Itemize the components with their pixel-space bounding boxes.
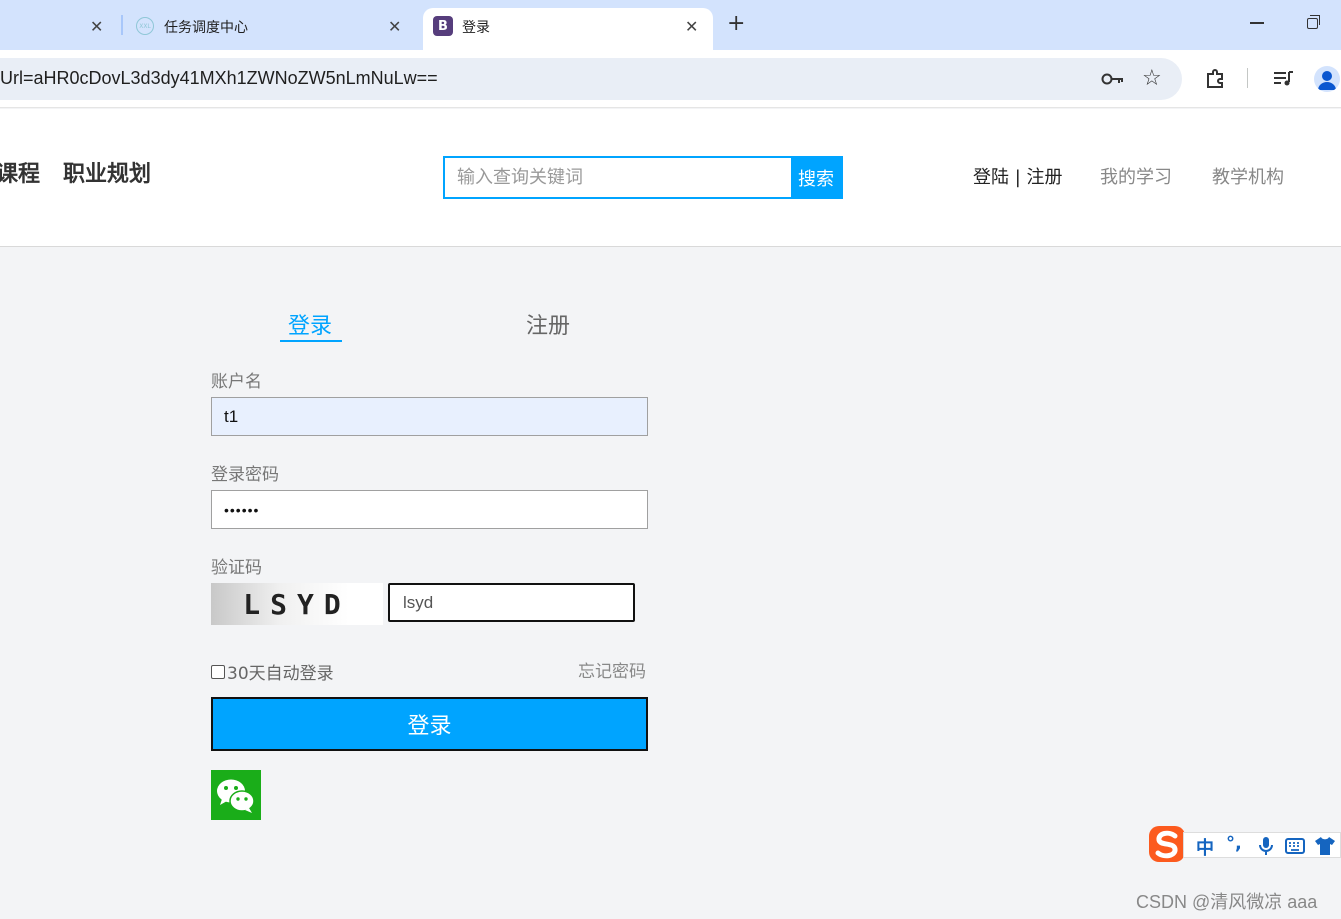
- browser-toolbar: Url=aHR0cDovL3d3dy41MXh1ZWNoZW5nLmNuLw==: [0, 50, 1341, 108]
- xxl-favicon-icon: XXL: [136, 17, 154, 35]
- ime-bar: 中 °,: [1183, 832, 1341, 860]
- microphone-icon[interactable]: [1256, 836, 1276, 856]
- address-bar[interactable]: Url=aHR0cDovL3d3dy41MXh1ZWNoZW5nLmNuLw==: [0, 58, 1182, 100]
- tab-divider: [121, 15, 123, 35]
- search-input[interactable]: [445, 158, 791, 197]
- search-box: 搜索: [443, 156, 843, 199]
- bookmark-star-icon[interactable]: ☆: [1142, 66, 1162, 91]
- restore-icon[interactable]: [1307, 15, 1320, 29]
- tab-title: 任务调度中心: [164, 20, 248, 36]
- password-input[interactable]: ••••••: [211, 490, 648, 529]
- new-tab-icon[interactable]: +: [727, 11, 745, 36]
- media-queue-icon[interactable]: [1271, 66, 1295, 90]
- search-button[interactable]: 搜索: [791, 158, 841, 197]
- extensions-icon[interactable]: [1204, 66, 1228, 90]
- login-submit-button[interactable]: 登录: [211, 697, 648, 751]
- sogou-logo-icon[interactable]: [1147, 825, 1187, 863]
- bootstrap-favicon-icon: B: [433, 16, 453, 36]
- forgot-password-link[interactable]: 忘记密码: [578, 657, 646, 682]
- ime-toolbar: 中 °,: [1147, 825, 1341, 863]
- tab-previous[interactable]: ✕: [0, 8, 118, 50]
- skin-shirt-icon[interactable]: [1314, 836, 1336, 856]
- keyboard-icon[interactable]: [1285, 837, 1305, 855]
- ime-punctuation-toggle[interactable]: °,: [1226, 833, 1242, 854]
- institutions-link[interactable]: 教学机构: [1212, 163, 1284, 189]
- tab-login-form[interactable]: 登录: [288, 308, 332, 340]
- captcha-label: 验证码: [211, 558, 262, 578]
- tab-login[interactable]: B 登录 ✕: [423, 8, 713, 50]
- close-tab-icon[interactable]: ✕: [685, 17, 698, 36]
- captcha-image[interactable]: LSYD: [211, 583, 383, 625]
- captcha-input[interactable]: lsyd: [388, 583, 635, 622]
- login-register-link[interactable]: 登陆 | 注册: [973, 163, 1063, 189]
- username-input[interactable]: t1: [211, 397, 648, 436]
- profile-avatar-icon[interactable]: [1314, 66, 1340, 92]
- tab-task-center[interactable]: XXL 任务调度中心 ✕: [128, 8, 418, 50]
- minimize-icon[interactable]: [1250, 22, 1264, 24]
- tab-title: 登录: [462, 20, 490, 36]
- password-key-icon[interactable]: [1101, 70, 1125, 88]
- nav-courses[interactable]: 课程: [0, 156, 40, 188]
- watermark-text: CSDN @清风微凉 aaa: [1136, 892, 1318, 912]
- nav-career-planning[interactable]: 职业规划: [63, 156, 151, 188]
- password-label: 登录密码: [211, 465, 279, 485]
- username-label: 账户名: [211, 372, 262, 392]
- url-text[interactable]: Url=aHR0cDovL3d3dy41MXh1ZWNoZW5nLmNuLw==: [0, 68, 438, 89]
- my-study-link[interactable]: 我的学习: [1100, 163, 1172, 189]
- toolbar-divider: [1247, 68, 1248, 88]
- close-tab-icon[interactable]: ✕: [388, 17, 401, 36]
- wechat-login-icon[interactable]: [211, 770, 261, 820]
- site-header: 课程 职业规划 搜索 登陆 | 注册 我的学习 教学机构: [0, 109, 1341, 247]
- remember-me: 30天自动登录: [211, 659, 334, 684]
- ime-mode-toggle[interactable]: 中: [1196, 834, 1214, 860]
- close-tab-icon[interactable]: ✕: [90, 17, 103, 36]
- active-tab-underline: [280, 340, 342, 342]
- browser-tab-bar: ✕ XXL 任务调度中心 ✕ B 登录 ✕ +: [0, 0, 1341, 50]
- remember-checkbox[interactable]: [211, 664, 225, 679]
- remember-label[interactable]: 30天自动登录: [227, 659, 334, 684]
- tab-register-form[interactable]: 注册: [526, 308, 570, 340]
